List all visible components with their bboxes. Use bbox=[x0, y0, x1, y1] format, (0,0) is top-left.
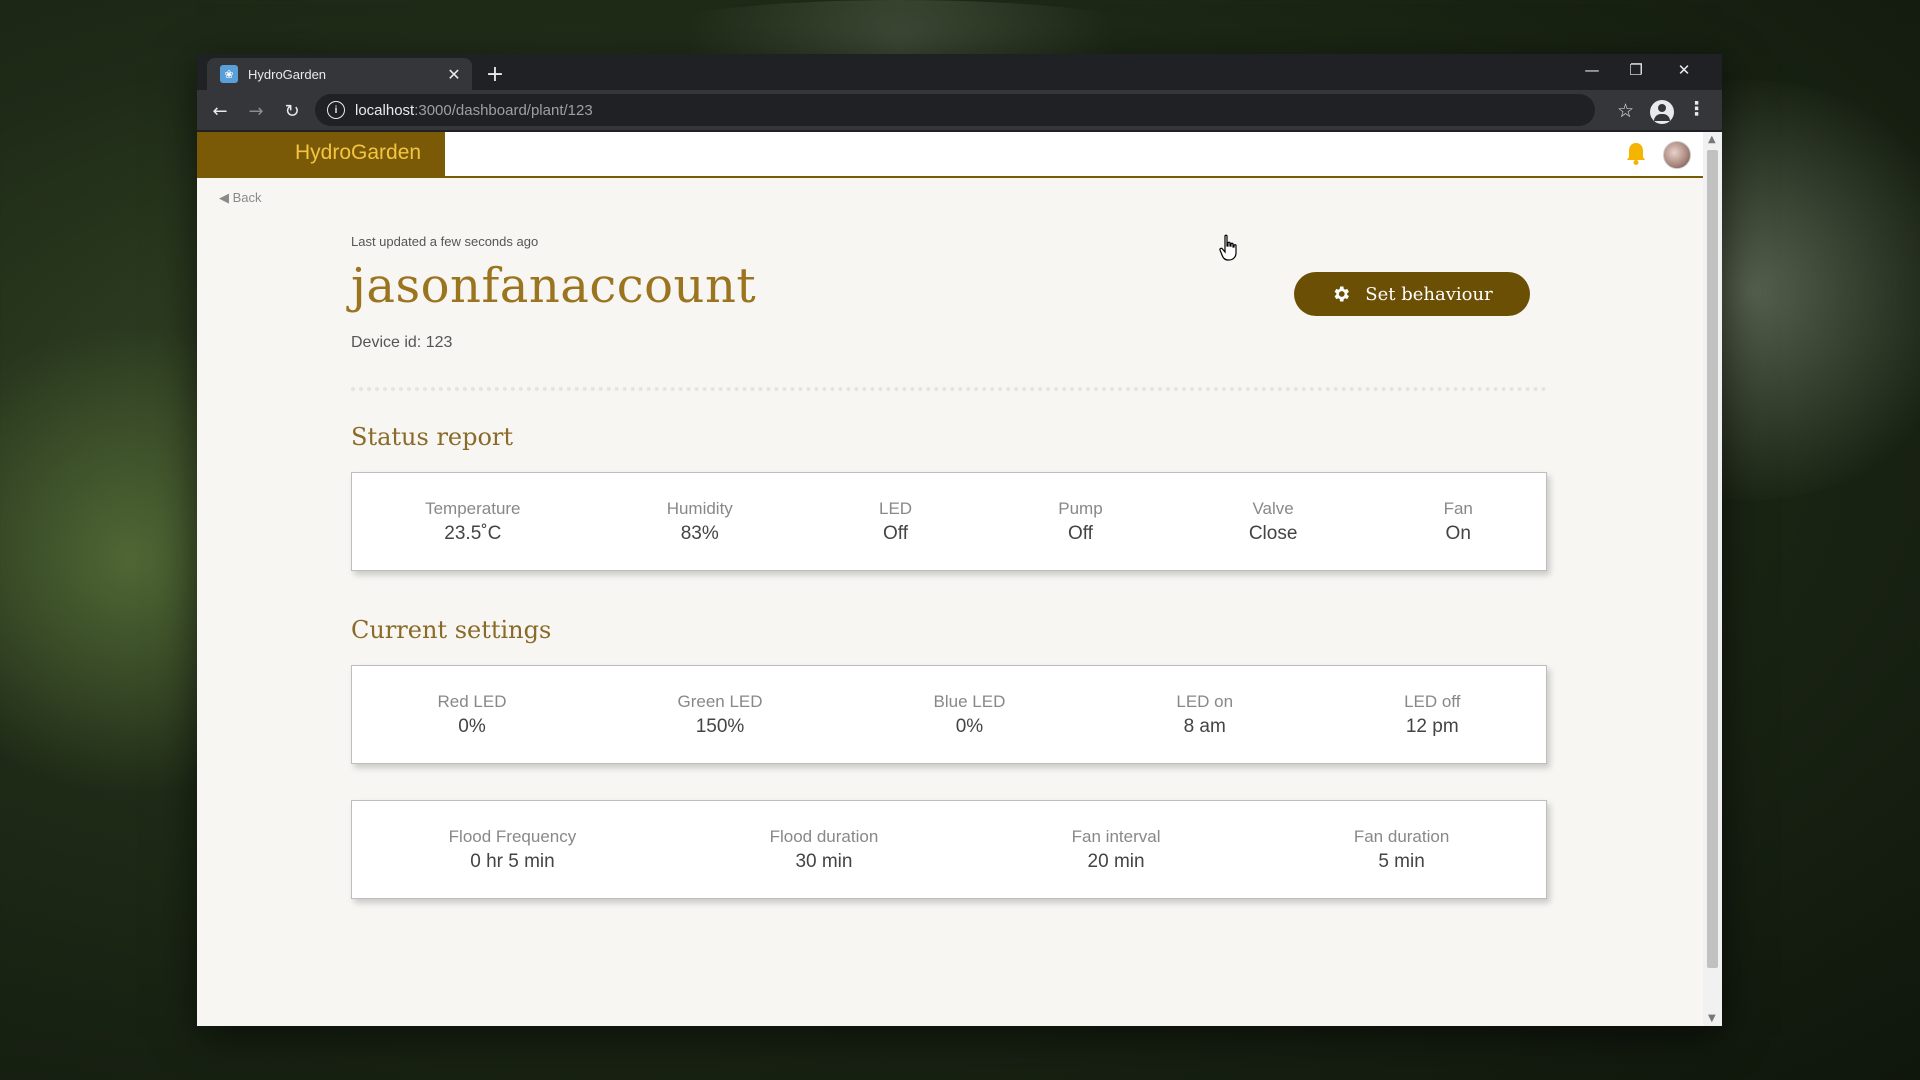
gear-icon bbox=[1334, 286, 1350, 302]
url-text: localhost:3000/dashboard/plant/123 bbox=[355, 101, 593, 119]
browser-window: ❀ HydroGarden ✕ + — ❐ ✕ ← → ↻ i localhos… bbox=[197, 54, 1722, 1026]
back-link[interactable]: ◀ Back bbox=[219, 190, 262, 206]
favicon-icon: ❀ bbox=[220, 65, 238, 83]
close-tab-icon[interactable]: ✕ bbox=[444, 64, 464, 84]
setting-blue-led: Blue LED 0% bbox=[933, 691, 1006, 737]
forward-arrow-icon[interactable]: → bbox=[243, 98, 269, 124]
page-viewport: HydroGarden ◀ Back Last updated a few se… bbox=[197, 132, 1703, 1026]
status-report-card: Temperature 23.5˚C Humidity 83% LED Off … bbox=[351, 472, 1547, 571]
scroll-down-icon[interactable]: ▼ bbox=[1708, 1013, 1716, 1024]
app-header: HydroGarden bbox=[197, 132, 1703, 178]
tab-strip: ❀ HydroGarden ✕ + — ❐ ✕ bbox=[197, 54, 1722, 90]
setting-fan-interval: Fan interval 20 min bbox=[1071, 826, 1161, 872]
set-behaviour-button[interactable]: Set behaviour bbox=[1294, 272, 1530, 316]
back-arrow-icon[interactable]: ← bbox=[207, 98, 233, 124]
setting-led-on: LED on 8 am bbox=[1176, 691, 1234, 737]
status-report-title: Status report bbox=[351, 423, 514, 451]
minimize-icon[interactable]: — bbox=[1570, 58, 1614, 82]
current-settings-title: Current settings bbox=[351, 616, 552, 644]
flood-fan-settings-card: Flood Frequency 0 hr 5 min Flood duratio… bbox=[351, 800, 1547, 899]
bookmark-star-icon[interactable]: ☆ bbox=[1617, 100, 1634, 122]
setting-led-off: LED off 12 pm bbox=[1404, 691, 1461, 737]
divider bbox=[351, 387, 1547, 391]
info-icon[interactable]: i bbox=[327, 101, 345, 119]
tab-title: HydroGarden bbox=[248, 66, 327, 82]
menu-dots-icon[interactable]: ⋮ bbox=[1687, 98, 1706, 120]
brand-name: HydroGarden bbox=[295, 141, 422, 164]
setting-flood-frequency: Flood Frequency 0 hr 5 min bbox=[448, 826, 577, 872]
device-id: Device id: 123 bbox=[351, 334, 453, 351]
address-bar[interactable]: i localhost:3000/dashboard/plant/123 bbox=[315, 94, 1595, 126]
hand-cursor-icon bbox=[1219, 234, 1237, 261]
profile-icon[interactable] bbox=[1650, 100, 1674, 124]
status-pump: Pump Off bbox=[1058, 498, 1103, 544]
browser-toolbar: ← → ↻ i localhost:3000/dashboard/plant/1… bbox=[197, 90, 1722, 130]
avatar[interactable] bbox=[1663, 141, 1691, 169]
page-title: jasonfanaccount bbox=[351, 258, 757, 314]
bell-icon[interactable] bbox=[1625, 141, 1647, 165]
restore-icon[interactable]: ❐ bbox=[1614, 58, 1658, 82]
setting-green-led: Green LED 150% bbox=[677, 691, 763, 737]
status-valve: Valve Close bbox=[1248, 498, 1298, 544]
setting-fan-duration: Fan duration 5 min bbox=[1353, 826, 1450, 872]
set-behaviour-label: Set behaviour bbox=[1365, 283, 1493, 305]
last-updated-text: Last updated a few seconds ago bbox=[351, 234, 539, 249]
status-led: LED Off bbox=[878, 498, 913, 544]
led-settings-card: Red LED 0% Green LED 150% Blue LED 0% LE… bbox=[351, 665, 1547, 764]
status-humidity: Humidity 83% bbox=[666, 498, 733, 544]
close-window-icon[interactable]: ✕ bbox=[1662, 58, 1706, 82]
new-tab-icon[interactable]: + bbox=[483, 62, 507, 87]
status-temperature: Temperature 23.5˚C bbox=[425, 498, 521, 544]
brand-block[interactable]: HydroGarden bbox=[197, 132, 445, 176]
setting-red-led: Red LED 0% bbox=[437, 691, 507, 737]
scrollbar[interactable]: ▲ ▼ bbox=[1703, 132, 1722, 1026]
reload-icon[interactable]: ↻ bbox=[279, 98, 305, 124]
scroll-up-icon[interactable]: ▲ bbox=[1708, 134, 1716, 145]
scroll-thumb[interactable] bbox=[1707, 150, 1718, 968]
setting-flood-duration: Flood duration 30 min bbox=[769, 826, 879, 872]
browser-tab[interactable]: ❀ HydroGarden ✕ bbox=[207, 58, 472, 90]
status-fan: Fan On bbox=[1443, 498, 1473, 544]
